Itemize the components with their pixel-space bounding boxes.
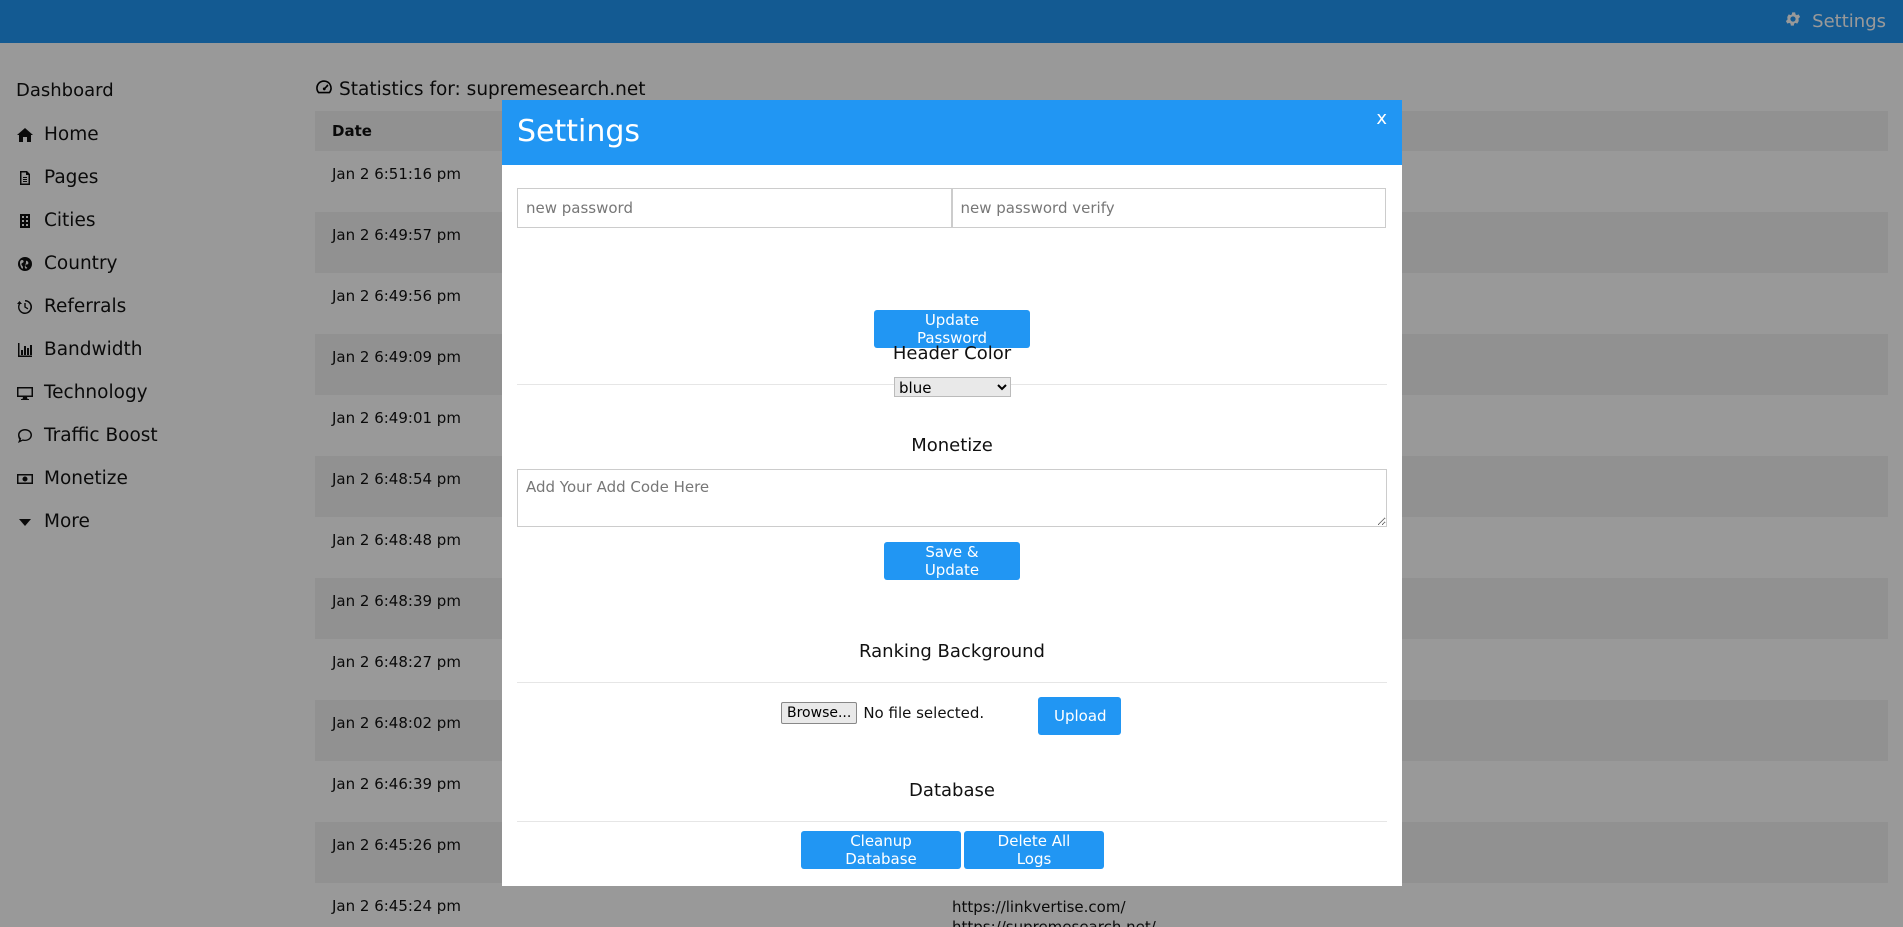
- browse-button[interactable]: Browse...: [781, 702, 858, 724]
- file-upload-row: Browse... No file selected.: [781, 702, 984, 724]
- ad-code-textarea[interactable]: [517, 469, 1387, 527]
- close-button[interactable]: x: [1376, 108, 1387, 129]
- new-password-verify-input[interactable]: [951, 188, 1386, 228]
- modal-title: Settings: [517, 114, 641, 149]
- divider: [517, 821, 1387, 822]
- ranking-background-label: Ranking Background: [859, 641, 1045, 662]
- header-color-label: Header Color: [892, 343, 1012, 364]
- new-password-input[interactable]: [517, 188, 952, 228]
- monetize-label: Monetize: [911, 435, 993, 456]
- settings-modal: Settings x Update Password Header Color …: [502, 100, 1402, 886]
- modal-header: Settings x: [502, 100, 1402, 165]
- header-color-select[interactable]: blue: [894, 377, 1011, 397]
- cleanup-database-button[interactable]: Cleanup Database: [801, 831, 961, 869]
- password-row: [517, 188, 1386, 228]
- upload-button[interactable]: Upload: [1038, 697, 1121, 735]
- divider: [517, 682, 1387, 683]
- file-status: No file selected.: [863, 704, 985, 722]
- database-label: Database: [909, 780, 995, 801]
- delete-all-logs-button[interactable]: Delete All Logs: [964, 831, 1104, 869]
- save-update-button[interactable]: Save & Update: [884, 542, 1020, 580]
